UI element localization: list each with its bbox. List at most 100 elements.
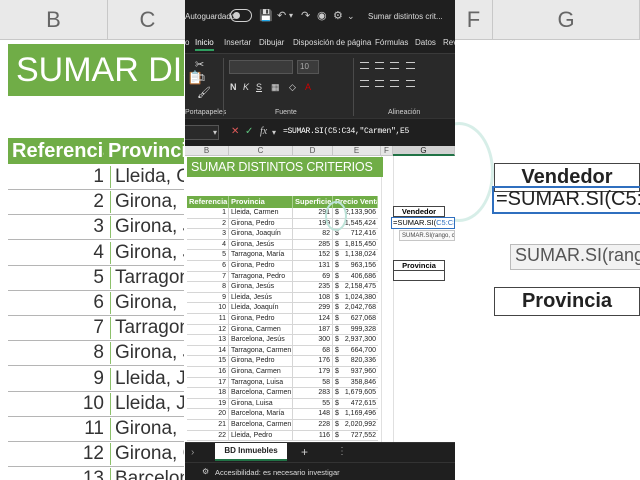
cell-precio-venta[interactable]: $2,158,475 [333,282,378,293]
cell-superficie[interactable]: 108 [293,292,333,304]
table-row[interactable]: 20 Barcelona, María 148 $1,169,496 [187,409,378,420]
tab-formulas[interactable]: Fórmulas [375,38,408,47]
cell-referencia[interactable]: 3 [187,229,229,240]
indent-icon[interactable] [406,80,415,87]
table-row[interactable]: 14 Tarragona, Carmen 68 $664,700 [187,345,378,357]
cell-precio-venta[interactable]: $727,552 [333,431,378,442]
camera-icon[interactable]: ◉ [317,9,327,22]
fill-color-icon[interactable]: ◇ [289,82,296,93]
cell-precio-venta[interactable]: $406,686 [333,272,378,283]
format-painter-icon[interactable]: 🖌 [197,86,211,99]
table-row[interactable]: 12 Girona, Carmen 187 $999,328 [187,324,378,336]
font-color-icon[interactable]: A [305,82,311,92]
table-row[interactable]: 3 Girona, Joaquín 82 $712,416 [187,229,378,240]
table-row[interactable]: 10 Lleida, Joaquín 299 $2,042,768 [187,303,378,314]
column-header-c[interactable]: C [229,146,293,156]
cell-provincia[interactable]: Lleida, Jesús [229,292,293,304]
align-bottom-icon[interactable] [390,62,399,69]
cell-referencia[interactable]: 16 [187,367,229,378]
cell-provincia[interactable]: Girona, Pedro [229,261,293,272]
cell-precio-venta[interactable]: $999,328 [333,325,378,336]
table-row[interactable]: 1 Lleida, Carmen 291 $2,133,906 [187,208,378,219]
cell-referencia[interactable]: 20 [187,409,229,420]
cell-referencia[interactable]: 8 [187,282,229,293]
cell-provincia[interactable]: Girona, Pedro [229,314,293,325]
cell-provincia[interactable]: Tarragona, Luisa [229,377,293,389]
table-row[interactable]: 11 Girona, Pedro 124 $627,068 [187,314,378,325]
table-row[interactable]: 9 Lleida, Jesús 108 $1,024,380 [187,292,378,304]
cell-referencia[interactable]: 2 [187,218,229,230]
font-name-select[interactable] [229,60,293,74]
copy-icon[interactable]: ⧉ [197,72,205,85]
cell-precio-venta[interactable]: $1,138,024 [333,250,378,261]
cell-provincia[interactable]: Barcelona, Carmen [229,388,293,399]
provincia-input-cell[interactable] [393,271,445,281]
cell-precio-venta[interactable]: $2,042,768 [333,303,378,314]
cell-precio-venta[interactable]: $1,679,605 [333,388,378,399]
cell-precio-venta[interactable]: $1,169,496 [333,409,378,420]
cell-referencia[interactable]: 12 [187,324,229,336]
cell-superficie[interactable]: 285 [293,239,333,251]
autosave-toggle[interactable] [230,9,252,22]
table-row[interactable]: 6 Girona, Pedro 131 $963,156 [187,261,378,272]
table-row[interactable]: 21 Barcelona, Carmen 228 $2,020,992 [187,420,378,431]
cell-superficie[interactable]: 69 [293,271,333,283]
enter-icon[interactable]: ✓ [245,126,253,137]
table-row[interactable]: 5 Tarragona, María 152 $1,138,024 [187,250,378,261]
add-sheet-icon[interactable]: + [301,445,308,459]
tab-insertar[interactable]: Insertar [224,38,251,47]
cell-superficie[interactable]: 68 [293,345,333,357]
cell-superficie[interactable]: 55 [293,398,333,410]
cell-referencia[interactable]: 6 [187,261,229,272]
cell-referencia[interactable]: 19 [187,398,229,410]
cell-provincia[interactable]: Girona, Carmen [229,367,293,378]
italic-button[interactable]: K [243,82,249,92]
cell-precio-venta[interactable]: $627,068 [333,314,378,325]
cell-referencia[interactable]: 11 [187,314,229,325]
table-row[interactable]: 4 Girona, Jesús 285 $1,815,450 [187,239,378,251]
cell-superficie[interactable]: 116 [293,430,333,442]
cell-precio-venta[interactable]: $664,700 [333,346,378,357]
cell-precio-venta[interactable]: $2,937,300 [333,335,378,346]
column-header-g[interactable]: G [393,146,455,156]
cell-provincia[interactable]: Tarragona, María [229,250,293,261]
align-top-icon[interactable] [360,62,369,69]
cell-precio-venta[interactable]: $2,020,992 [333,420,378,431]
cell-superficie[interactable]: 148 [293,409,333,420]
worksheet-grid[interactable]: SUMAR DISTINTOS CRITERIOS Referencia Pro… [185,156,455,442]
cell-superficie[interactable]: 124 [293,314,333,325]
redo-icon[interactable]: ↷ [301,9,310,22]
cell-referencia[interactable]: 14 [187,345,229,357]
cell-precio-venta[interactable]: $963,156 [333,261,378,272]
cell-precio-venta[interactable]: $937,960 [333,367,378,378]
column-header-f[interactable]: F [381,146,393,156]
align-center-icon[interactable] [375,80,384,87]
cell-referencia[interactable]: 5 [187,250,229,261]
cell-referencia[interactable]: 4 [187,239,229,251]
tab-dibujar[interactable]: Dibujar [259,38,284,47]
cell-provincia[interactable]: Girona, Joaquín [229,229,293,240]
cell-referencia[interactable]: 13 [187,335,229,346]
sheet-tab-bd-inmuebles[interactable]: BD Inmuebles [215,443,287,461]
more-options-icon[interactable]: ⋮ [337,446,347,457]
cell-superficie[interactable]: 152 [293,250,333,261]
cell-superficie[interactable]: 299 [293,303,333,314]
tab-inicio[interactable]: Inicio [195,38,214,51]
settings-icon[interactable]: ⚙ [333,9,343,22]
cell-referencia[interactable]: 9 [187,292,229,304]
table-row[interactable]: 16 Girona, Carmen 179 $937,960 [187,367,378,378]
table-row[interactable]: 7 Tarragona, Pedro 69 $406,686 [187,271,378,283]
cell-referencia[interactable]: 10 [187,303,229,314]
table-row[interactable]: 2 Girona, Pedro 199 $1,545,424 [187,218,378,230]
table-row[interactable]: 18 Barcelona, Carmen 283 $1,679,605 [187,388,378,399]
accessibility-icon[interactable]: ⚙ [202,467,209,476]
accessibility-status[interactable]: Accesibilidad: es necesario investigar [215,468,340,477]
table-row[interactable]: 15 Girona, Pedro 176 $820,336 [187,356,378,367]
sheet-nav-arrow-icon[interactable]: › [191,447,194,458]
formula-input[interactable]: =SUMAR.SI(C5:C34,"Carmen",E5 [283,127,409,136]
cell-precio-venta[interactable]: $1,815,450 [333,240,378,251]
cell-superficie[interactable]: 58 [293,377,333,389]
table-row[interactable]: 13 Barcelona, Jesús 300 $2,937,300 [187,335,378,346]
cell-provincia[interactable]: Lleida, Carmen [229,208,293,219]
cell-precio-venta[interactable]: $712,416 [333,229,378,240]
